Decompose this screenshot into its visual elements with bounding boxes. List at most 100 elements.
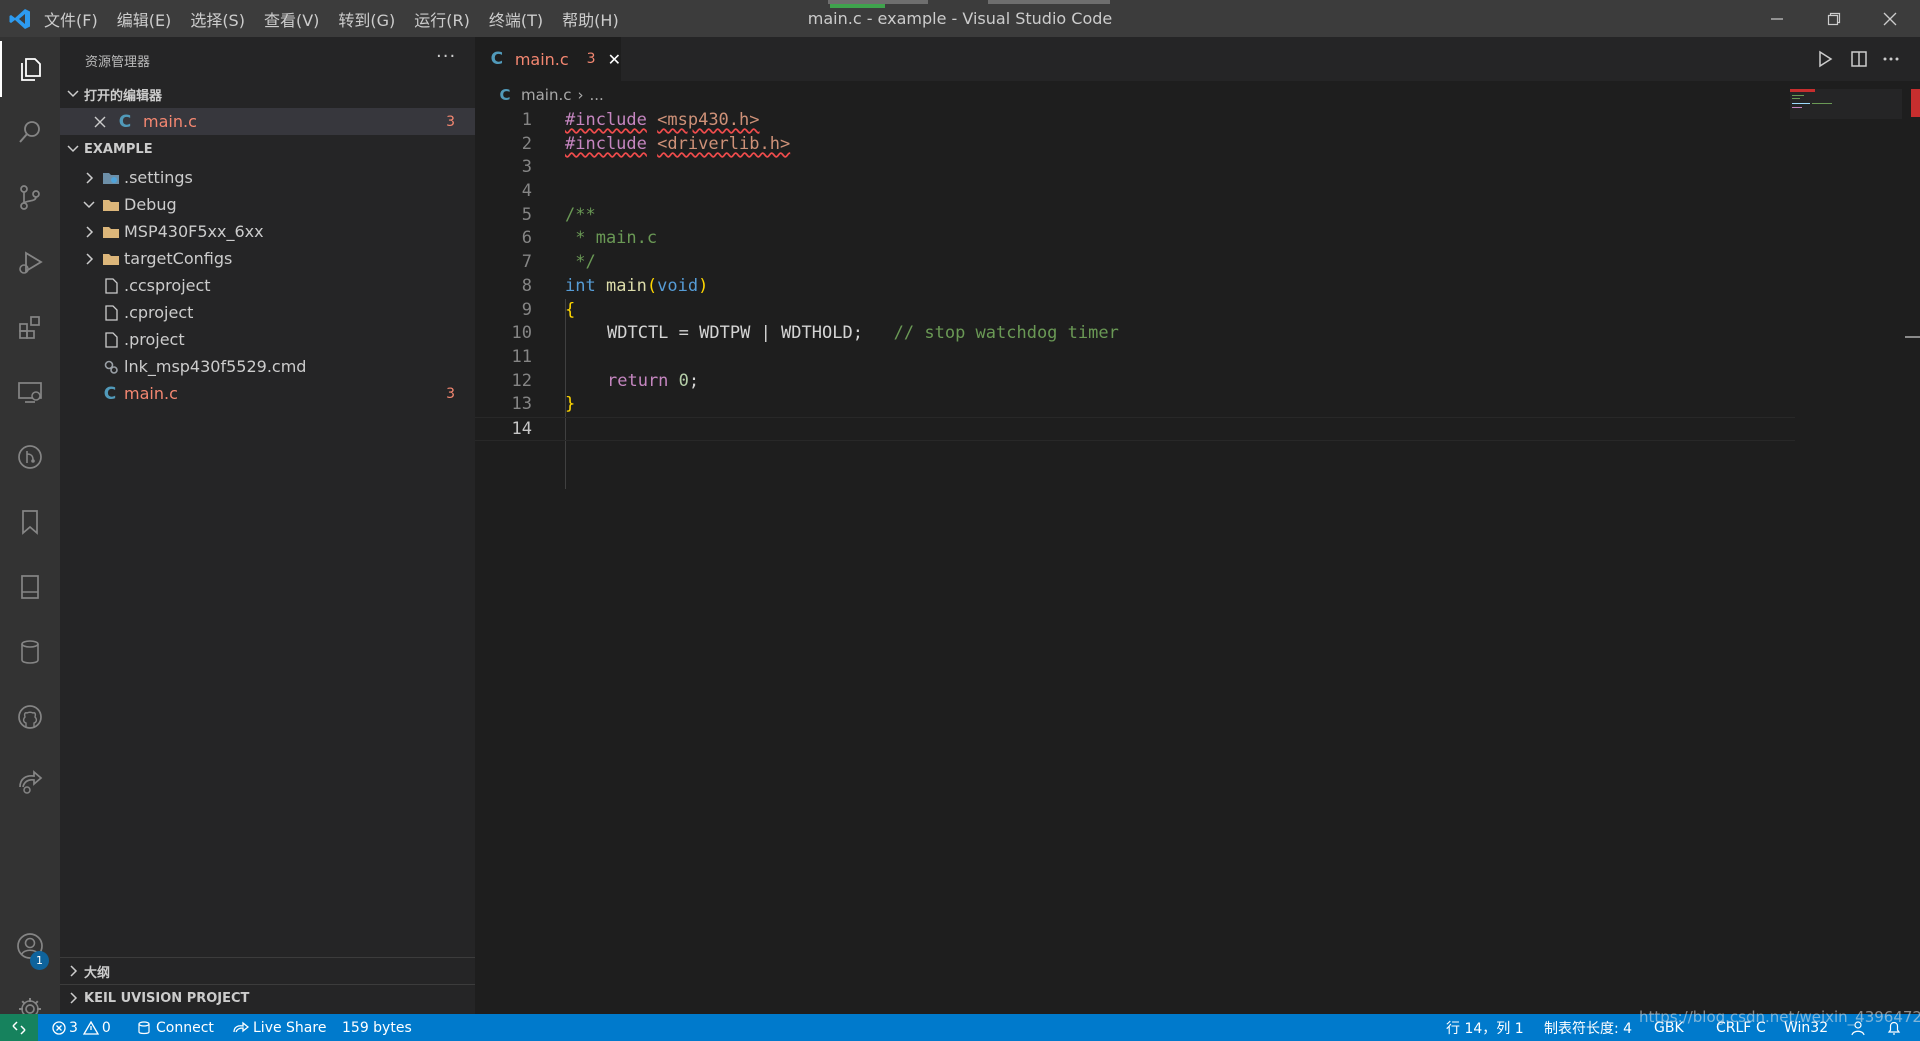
source-control-icon (20, 185, 40, 210)
tab-label: main.c (514, 49, 569, 69)
tab-size-status[interactable]: 制表符长度: 4 (1544, 1014, 1632, 1041)
github-icon (18, 705, 42, 729)
chevron-down-icon (67, 145, 79, 153)
accounts-button[interactable] (0, 918, 60, 974)
more-actions-button[interactable]: ··· (436, 46, 456, 67)
minimize-button[interactable] (1749, 0, 1805, 37)
warning-icon (82, 1020, 99, 1035)
file-icon (105, 277, 118, 294)
remote-indicator-button[interactable] (0, 1014, 38, 1041)
tree-label: .ccsproject (124, 276, 211, 295)
title-progress (830, 4, 885, 8)
extensions-button[interactable] (0, 299, 60, 355)
restore-icon (1827, 12, 1841, 25)
folder-icon (103, 253, 119, 265)
menu-go[interactable]: 转到(G) (338, 7, 395, 31)
connect-label: Connect (156, 1019, 214, 1036)
code-line: 8 int main(void) (521, 275, 709, 296)
tree-item-msp430f5xx[interactable]: MSP430F5xx_6xx (60, 218, 475, 245)
close-icon[interactable] (93, 115, 107, 129)
problems-status[interactable]: 3 0 (52, 1014, 111, 1041)
restore-button[interactable] (1806, 0, 1862, 37)
c-file-icon: C (103, 383, 117, 404)
open-editor-label: main.c (143, 112, 197, 131)
chevron-down-icon (67, 90, 79, 98)
status-bar: 3 0 Connect Live Share 159 bytes 行 14，列 … (0, 1014, 1920, 1041)
split-editor-button[interactable] (1847, 47, 1871, 71)
menu-run[interactable]: 运行(R) (414, 7, 470, 31)
breadcrumb-separator: › (577, 86, 584, 104)
run-debug-icon (19, 251, 43, 274)
database-icon (21, 640, 39, 664)
menu-help[interactable]: 帮助(H) (562, 7, 619, 31)
tree-label: lnk_msp430f5529.cmd (124, 357, 307, 376)
menu-terminal[interactable]: 终端(T) (489, 7, 543, 31)
breadcrumb-file[interactable]: main.c (521, 86, 572, 104)
database-button[interactable] (0, 624, 60, 680)
tree-item-settings[interactable]: .settings (60, 164, 475, 191)
github-button[interactable] (0, 689, 60, 745)
connect-status[interactable]: Connect (137, 1014, 214, 1041)
tree-item-cmd[interactable]: lnk_msp430f5529.cmd (60, 353, 475, 380)
editor-more-button[interactable] (1879, 47, 1903, 71)
live-share-button[interactable] (0, 754, 60, 810)
git-graph-icon (18, 445, 42, 469)
editor-area: C main.c 3 ✕ C main.c › ... 1 #include <m… (475, 37, 1920, 1014)
search-icon (19, 121, 40, 143)
menu-edit[interactable]: 编辑(E) (117, 7, 172, 31)
menu-selection[interactable]: 选择(S) (190, 7, 245, 31)
tab-problems-count: 3 (586, 51, 596, 67)
close-icon (1883, 12, 1897, 25)
code-editor[interactable]: 1 #include <msp430.h> 2 #include <driverli… (475, 109, 1795, 489)
remote-explorer-button[interactable] (0, 364, 60, 420)
folder-icon (103, 226, 119, 238)
keil-header[interactable]: KEIL UVISION PROJECT (60, 984, 475, 1011)
menu-file[interactable]: 文件(F) (44, 7, 98, 31)
tree-label: .settings (124, 168, 193, 187)
tab-bar: C main.c 3 ✕ (475, 37, 1920, 81)
tree-item-project[interactable]: .project (60, 326, 475, 353)
tree-item-main-c[interactable]: C main.c 3 (60, 380, 475, 407)
git-graph-button[interactable] (0, 429, 60, 485)
vertical-scrollbar[interactable] (1902, 89, 1920, 1014)
bookmarks-button[interactable] (0, 494, 60, 550)
cursor-position-status[interactable]: 行 14，列 1 (1446, 1014, 1524, 1041)
code-line: 6 * main.c (521, 228, 658, 249)
code-line: 2 #include <driverlib.h> (521, 133, 791, 154)
cursor-overview-marker (1905, 336, 1920, 338)
explorer-button[interactable] (0, 41, 60, 97)
folder-header[interactable]: EXAMPLE (60, 136, 475, 162)
run-code-button[interactable] (1813, 47, 1837, 71)
live-share-icon (233, 1021, 249, 1032)
open-editor-item-main-c[interactable]: C main.c 3 (60, 108, 475, 135)
title-tab-indicator-2 (988, 0, 1110, 4)
code-line: 4 (521, 181, 532, 202)
source-control-button[interactable] (0, 169, 60, 225)
live-share-status[interactable]: Live Share (233, 1014, 326, 1041)
breadcrumb-symbol[interactable]: ... (590, 86, 604, 104)
search-button[interactable] (0, 104, 60, 160)
collapsed-sections: 大纲 KEIL UVISION PROJECT (60, 957, 475, 1011)
minimize-icon (1771, 17, 1783, 20)
close-window-button[interactable] (1862, 0, 1918, 37)
file-size-status: 159 bytes (342, 1019, 412, 1036)
tree-label: MSP430F5xx_6xx (124, 222, 264, 241)
activity-bar: 1 (0, 37, 60, 1020)
c-file-icon: C (118, 111, 132, 132)
outline-header[interactable]: 大纲 (60, 958, 475, 984)
remote-explorer-icon (18, 382, 42, 403)
run-debug-button[interactable] (0, 234, 60, 290)
tree-item-ccsproject[interactable]: .ccsproject (60, 272, 475, 299)
open-editors-label: 打开的编辑器 (84, 88, 163, 104)
tab-close-icon[interactable]: ✕ (608, 50, 621, 69)
tree-item-targetconfigs[interactable]: targetConfigs (60, 245, 475, 272)
minimap[interactable] (1790, 89, 1902, 119)
accounts-badge: 1 (30, 951, 49, 970)
tab-main-c[interactable]: C main.c 3 ✕ (475, 37, 621, 81)
tree-item-cproject[interactable]: .cproject (60, 299, 475, 326)
menu-view[interactable]: 查看(V) (264, 7, 319, 31)
split-editor-icon (1851, 51, 1867, 67)
open-editors-header[interactable]: 打开的编辑器 (60, 81, 475, 107)
tree-item-debug[interactable]: Debug (60, 191, 475, 218)
device-button[interactable] (0, 559, 60, 615)
